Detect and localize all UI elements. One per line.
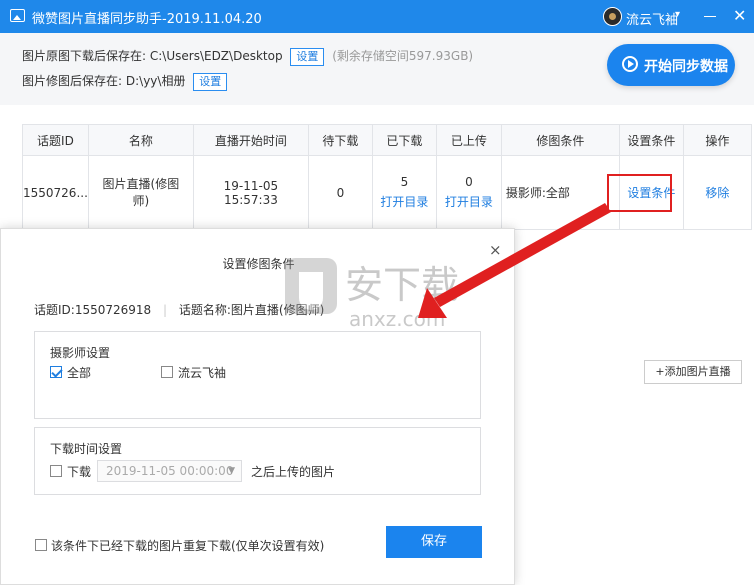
table-header-row: 话题ID 名称 直播开始时间 待下载 已下载 已上传 修图条件 设置条件 操作	[22, 124, 752, 156]
start-date: 19-11-05	[223, 178, 279, 193]
header-topic-id: 话题ID	[22, 124, 89, 156]
original-path-row: 图片原图下载后保存在: C:\Users\EDZ\Desktop 设置 (剩余存…	[22, 47, 473, 66]
watermark: 安下载 anxz.com	[283, 250, 493, 333]
user-avatar[interactable]	[603, 7, 622, 26]
edited-path-settings-button[interactable]: 设置	[193, 73, 228, 91]
start-sync-label: 开始同步数据	[644, 59, 728, 75]
chevron-down-icon: ▼	[228, 466, 235, 476]
time-section-title: 下载时间设置	[50, 442, 123, 456]
info-separator: |	[163, 303, 168, 317]
header-name: 名称	[87, 124, 194, 156]
cell-start-time: 19-11-05 15:57:33	[192, 155, 309, 230]
user-name[interactable]: 流云飞袖	[626, 9, 678, 28]
cell-condition: 摄影师:全部	[500, 155, 620, 230]
cell-name: 图片直播(修图师)	[87, 155, 194, 230]
open-download-folder-link[interactable]: 打开目录	[373, 193, 435, 210]
start-time: 15:57:33	[223, 192, 278, 207]
original-path-label: 图片原图下载后保存在:	[22, 49, 147, 63]
title-bar: 微赞图片直播同步助手-2019.11.04.20 流云飞袖 ▾ ✕	[0, 0, 754, 33]
cell-downloaded: 5 打开目录	[371, 155, 437, 230]
minimize-button[interactable]	[704, 16, 716, 17]
header-uploaded: 已上传	[435, 124, 502, 156]
open-upload-folder-link[interactable]: 打开目录	[437, 193, 500, 210]
play-icon	[622, 56, 638, 72]
cell-pending: 0	[307, 155, 373, 230]
header-downloaded: 已下载	[371, 124, 437, 156]
downloaded-count: 5	[400, 175, 409, 189]
photographer-liuyun-label: 流云飞袖	[178, 366, 227, 380]
after-upload-label: 之后上传的图片	[251, 465, 336, 479]
edited-path-row: 图片修图后保存在: D:\yy\相册 设置	[22, 72, 228, 91]
original-path-value: C:\Users\EDZ\Desktop	[149, 49, 283, 63]
header-actions: 操作	[682, 124, 752, 156]
watermark-brand: 安下载	[345, 263, 459, 307]
original-path-settings-button[interactable]: 设置	[290, 48, 325, 66]
topic-id-label: 话题ID:1550726918	[34, 303, 152, 317]
header-condition: 修图条件	[500, 124, 620, 156]
add-live-button[interactable]: +添加图片直播	[644, 360, 742, 384]
storage-info: (剩余存储空间597.93GB)	[332, 49, 474, 63]
photographer-panel: 摄影师设置 全部 流云飞袖	[34, 331, 481, 419]
edited-path-value: D:\yy\相册	[125, 74, 186, 88]
cell-topic-id: 1550726...	[22, 155, 89, 230]
header-pending: 待下载	[307, 124, 373, 156]
cell-uploaded: 0 打开目录	[435, 155, 502, 230]
watermark-domain: anxz.com	[349, 307, 445, 330]
picture-icon	[10, 9, 25, 22]
close-button[interactable]: ✕	[733, 6, 746, 26]
cell-name-text: 图片直播(修图师)	[102, 176, 180, 208]
header-start-time: 直播开始时间	[192, 124, 309, 156]
save-button[interactable]: 保存	[386, 526, 482, 558]
edited-path-label: 图片修图后保存在:	[22, 74, 123, 88]
time-panel: 下载时间设置 下载 2019-11-05 00:00:00 ▼ 之后上传的图片	[34, 427, 481, 495]
photographer-section-title: 摄影师设置	[50, 346, 111, 360]
start-sync-button[interactable]: 开始同步数据	[607, 44, 735, 86]
cell-actions: 移除	[682, 155, 752, 230]
app-title: 微赞图片直播同步助手-2019.11.04.20	[32, 12, 262, 27]
watermark-graphic: 安下载 anxz.com	[285, 258, 459, 331]
date-value: 2019-11-05 00:00:00	[106, 464, 234, 478]
header-set-condition: 设置条件	[618, 124, 684, 156]
photographer-all-checkbox[interactable]	[50, 366, 62, 378]
photographer-all-label: 全部	[67, 366, 92, 380]
chevron-down-icon[interactable]: ▾	[675, 9, 680, 20]
topic-info: 话题ID:1550726918 | 话题名称:图片直播(修图师)	[34, 301, 324, 318]
uploaded-count: 0	[465, 175, 473, 189]
photographer-liuyun-checkbox[interactable]	[161, 366, 173, 378]
redownload-label: 该条件下已经下载的图片重复下载(仅单次设置有效)	[51, 539, 325, 553]
redownload-checkbox[interactable]	[35, 539, 47, 551]
highlight-box	[607, 174, 672, 212]
download-checkbox[interactable]	[50, 465, 62, 477]
date-select[interactable]: 2019-11-05 00:00:00 ▼	[97, 460, 242, 482]
remove-link[interactable]: 移除	[705, 186, 729, 200]
download-label: 下载	[67, 465, 92, 479]
